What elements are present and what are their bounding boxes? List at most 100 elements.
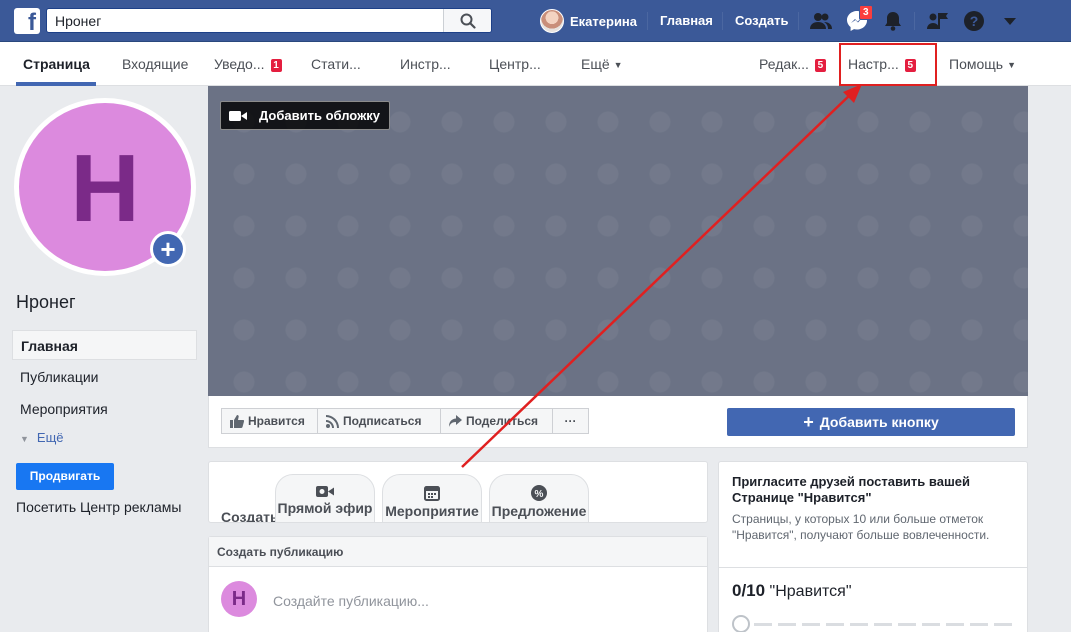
event-label: Мероприятие <box>385 503 479 519</box>
triangle-down-icon <box>1004 18 1016 25</box>
top-bar: f Екатерина Главная Создать 3 ? <box>0 0 1071 42</box>
tab-statistics[interactable]: Стати... <box>311 42 361 86</box>
likes-progress-bar <box>732 615 1016 632</box>
promote-button[interactable]: Продвигать <box>16 463 114 490</box>
tab-more[interactable]: Ещё ▼ <box>581 42 623 86</box>
people-flag-icon <box>927 13 948 29</box>
tab-label: Инстр... <box>400 56 451 72</box>
profile-letter: Н <box>70 135 140 242</box>
svg-text:%: % <box>535 489 544 500</box>
edit-tab-badge: 5 <box>814 59 826 72</box>
likes-count: 0/10 <box>732 581 766 600</box>
add-cover-label: Добавить обложку <box>259 108 381 123</box>
divider <box>647 12 648 30</box>
live-video-button[interactable]: Прямой эфир <box>275 474 375 522</box>
user-profile-link[interactable]: Екатерина <box>540 9 637 33</box>
tab-edit[interactable]: Редак... 5 <box>759 42 826 86</box>
divider <box>722 12 723 30</box>
svg-text:?: ? <box>970 13 979 29</box>
percent-badge-icon: % <box>531 485 547 501</box>
search-box <box>46 8 492 33</box>
create-post-types: Создать Прямой эфир Мероприятие % Предло… <box>208 461 708 523</box>
notifications-tab-badge: 1 <box>270 59 282 72</box>
tab-label: Помощь <box>949 56 1004 72</box>
page-title: Нронег <box>16 292 76 312</box>
like-button[interactable]: Нравится <box>221 408 318 434</box>
messages-button[interactable]: 3 <box>845 5 873 33</box>
thumbs-up-icon <box>230 414 244 428</box>
divider <box>798 12 799 30</box>
create-link[interactable]: Создать <box>735 13 788 28</box>
offer-label: Предложение <box>491 503 587 519</box>
tab-page[interactable]: Страница <box>23 42 90 86</box>
page-switcher-button[interactable] <box>926 9 950 33</box>
plus-icon: + <box>803 411 814 432</box>
notifications-button[interactable] <box>881 9 905 33</box>
friend-requests-button[interactable] <box>809 9 833 33</box>
invite-friends-card: Пригласите друзей поставить вашей Страни… <box>718 461 1028 632</box>
sidebar-item-label: Публикации <box>20 369 99 385</box>
event-button[interactable]: Мероприятие <box>382 474 482 522</box>
tab-label: Уведо... <box>214 56 265 72</box>
avatar <box>540 9 564 33</box>
invite-description: Страницы, у которых 10 или больше отмето… <box>732 512 990 542</box>
divider <box>914 12 915 30</box>
follow-button[interactable]: Подписаться <box>317 408 441 434</box>
calendar-icon <box>424 486 440 501</box>
add-button-button[interactable]: + Добавить кнопку <box>727 408 1015 436</box>
caret-down-icon: ▼ <box>613 60 623 70</box>
create-post-input[interactable]: Создайте публикацию... <box>273 593 429 609</box>
share-button[interactable]: Поделиться <box>440 408 553 434</box>
like-label: Нравится <box>248 414 305 428</box>
search-input[interactable] <box>47 9 443 32</box>
video-camera-icon <box>229 110 247 121</box>
search-icon <box>460 13 476 29</box>
messages-badge: 3 <box>859 5 873 20</box>
more-actions-button[interactable]: ··· <box>552 408 589 434</box>
sidebar-item-posts[interactable]: Публикации <box>12 362 197 392</box>
tab-label: Центр... <box>489 56 541 72</box>
share-label: Поделиться <box>466 414 539 428</box>
tab-label: Редак... <box>759 56 809 72</box>
bell-icon <box>885 12 901 31</box>
add-profile-photo-button[interactable]: + <box>150 231 186 267</box>
video-camera-icon <box>316 486 334 497</box>
rss-icon <box>326 414 339 428</box>
follow-label: Подписаться <box>343 414 422 428</box>
sidebar-more-link[interactable]: ▼ Ещё <box>20 430 64 445</box>
active-tab-indicator <box>16 82 96 86</box>
help-button[interactable]: ? <box>962 9 986 33</box>
more-dots-icon: ··· <box>564 414 577 428</box>
sidebar-item-home[interactable]: Главная <box>12 330 197 360</box>
sidebar-item-label: Мероприятия <box>20 401 108 417</box>
tab-help[interactable]: Помощь ▼ <box>949 42 1016 86</box>
account-menu-button[interactable] <box>998 9 1022 33</box>
ads-center-link[interactable]: Посетить Центр рекламы <box>16 499 181 515</box>
tab-tools[interactable]: Инстр... <box>400 42 451 86</box>
home-link[interactable]: Главная <box>660 13 713 28</box>
facebook-logo-icon[interactable]: f <box>14 8 40 34</box>
caret-down-icon: ▼ <box>20 434 29 444</box>
tab-label: Входящие <box>122 56 189 72</box>
tab-inbox[interactable]: Входящие <box>122 42 188 86</box>
create-label: Создать <box>221 509 279 523</box>
likes-progress-count: 0/10 "Нравится" <box>732 581 852 601</box>
sidebar-more-label: Ещё <box>36 430 64 445</box>
likes-count-label: "Нравится" <box>769 583 852 600</box>
cover-photo-area <box>208 86 1028 396</box>
invite-title: Пригласите друзей поставить вашей Страни… <box>732 474 970 505</box>
tab-notifications[interactable]: Уведо... 1 <box>214 42 282 86</box>
live-video-label: Прямой эфир <box>277 500 373 516</box>
tab-center[interactable]: Центр... <box>489 42 541 86</box>
create-post-header: Создать публикацию <box>209 537 707 567</box>
sidebar-item-events[interactable]: Мероприятия <box>12 394 197 424</box>
tab-label: Ещё <box>581 56 610 72</box>
annotation-highlight-box <box>839 43 937 86</box>
user-name: Екатерина <box>570 13 638 29</box>
sidebar-item-label: Главная <box>21 338 78 354</box>
tab-label: Стати... <box>311 56 361 72</box>
add-cover-button[interactable]: Добавить обложку <box>220 101 390 130</box>
offer-button[interactable]: % Предложение <box>489 474 589 522</box>
caret-down-icon: ▼ <box>1007 60 1016 70</box>
search-button[interactable] <box>443 9 491 32</box>
